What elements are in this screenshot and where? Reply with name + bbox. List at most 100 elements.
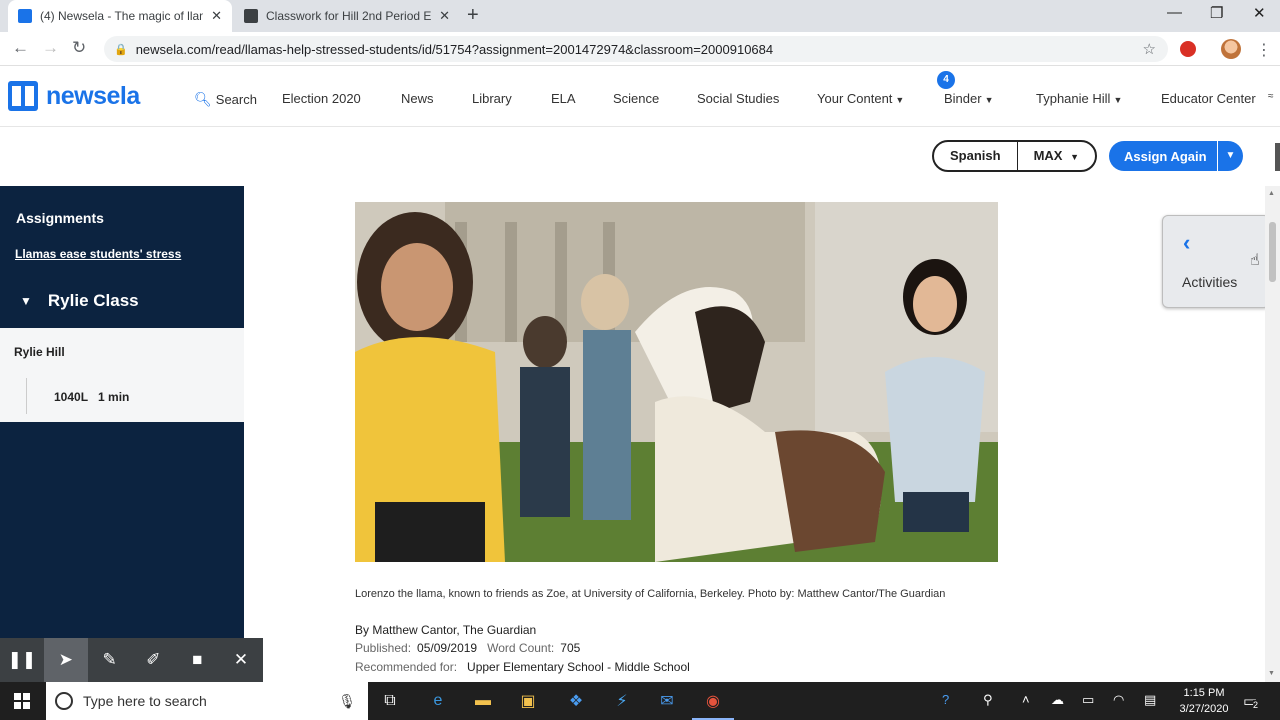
- clock-time: 1:15 PM: [1183, 687, 1225, 699]
- assignments-sidebar: Assignments Llamas ease students' stress…: [0, 186, 244, 682]
- class-toggle[interactable]: ▼ Rylie Class: [20, 291, 139, 311]
- taskbar-clock[interactable]: 1:15 PM 3/27/2020: [1172, 685, 1236, 717]
- chevron-left-icon: ‹: [1183, 230, 1191, 255]
- level-select[interactable]: MAX ▼: [1016, 142, 1095, 170]
- assign-again-label: Assign Again: [1124, 148, 1207, 164]
- recommended-value: Upper Elementary School - Middle School: [467, 660, 690, 674]
- close-icon[interactable]: ✕: [439, 8, 450, 24]
- camera-icon[interactable]: ■: [175, 638, 219, 682]
- nav-your-content[interactable]: Your Content ▼: [817, 91, 904, 106]
- level-label: MAX: [1033, 148, 1063, 163]
- new-tab-icon[interactable]: +: [467, 4, 479, 27]
- browser-menu-icon[interactable]: ⋮: [1256, 40, 1272, 60]
- minimize-icon[interactable]: —: [1167, 4, 1182, 21]
- battery-icon[interactable]: ▭: [1082, 692, 1094, 708]
- nav-science[interactable]: Science: [613, 91, 659, 106]
- activities-label: Activities: [1182, 274, 1238, 290]
- published-row: Published: 05/09/2019 Word Count: 705: [355, 641, 590, 655]
- onedrive-icon[interactable]: ☁: [1051, 692, 1064, 708]
- scroll-down-icon[interactable]: ▼: [1268, 670, 1275, 677]
- tab-title: Classwork for Hill 2nd Period ELA: [266, 9, 432, 23]
- taskbar-search-field[interactable]: Type here to search 🎙︎: [46, 682, 368, 720]
- mail-icon[interactable]: ✉: [656, 690, 678, 712]
- recommended-row: Recommended for: Upper Elementary School …: [355, 660, 700, 674]
- spanish-button[interactable]: Spanish: [934, 142, 1017, 170]
- nav-search[interactable]: 🔍︎ Search: [194, 91, 257, 108]
- tab-classwork[interactable]: Classwork for Hill 2nd Period ELA ✕: [234, 0, 460, 32]
- newsela-logo[interactable]: newsela: [8, 81, 140, 111]
- nav-binder[interactable]: Binder ▼: [944, 91, 994, 106]
- reload-icon[interactable]: ↻: [72, 38, 86, 58]
- window-close-icon[interactable]: ✕: [1253, 4, 1266, 22]
- nav-overflow-icon[interactable]: ≈: [1268, 91, 1274, 102]
- back-arrow-icon[interactable]: ←: [12, 38, 29, 58]
- published-label: Published:: [355, 641, 412, 655]
- side-panel-icon[interactable]: [1275, 143, 1280, 171]
- tab-newsela[interactable]: (4) Newsela - The magic of llama ✕: [8, 0, 232, 32]
- nav-news[interactable]: News: [401, 91, 434, 106]
- wifi-icon[interactable]: ◠: [1113, 692, 1124, 708]
- lock-icon: 🔒: [114, 43, 128, 56]
- profile-avatar[interactable]: [1221, 39, 1241, 59]
- edge-browser-icon[interactable]: e: [427, 690, 449, 712]
- word-count-value: 705: [560, 641, 581, 655]
- nav-user-menu[interactable]: Typhanie Hill ▼: [1036, 91, 1122, 106]
- notifications-icon[interactable]: ▭ 2: [1243, 692, 1259, 710]
- scrollbar-thumb[interactable]: [1269, 222, 1276, 282]
- article-byline: By Matthew Cantor, The Guardian: [355, 623, 537, 637]
- help-icon[interactable]: ?: [942, 692, 949, 707]
- pen-icon[interactable]: ✎: [88, 638, 132, 682]
- assign-options-caret-icon[interactable]: ▼: [1217, 141, 1243, 171]
- people-icon[interactable]: ⚲: [983, 692, 993, 708]
- photo-caption: Lorenzo the llama, known to friends as Z…: [355, 588, 946, 600]
- windows-start-icon[interactable]: [14, 693, 30, 709]
- file-explorer-icon[interactable]: ▬: [472, 690, 494, 712]
- pointer-icon[interactable]: ➤: [43, 638, 88, 682]
- newsela-logo-icon: [8, 81, 38, 111]
- nav-educator-center[interactable]: Educator Center: [1161, 91, 1256, 106]
- language-level-toggle: Spanish MAX ▼: [932, 140, 1098, 172]
- browser-tab-bar: (4) Newsela - The magic of llama ✕ Class…: [0, 0, 1280, 32]
- page-scrollbar[interactable]: ▲ ▼: [1265, 186, 1280, 682]
- nav-binder-label: Binder: [944, 91, 982, 106]
- chrome-icon[interactable]: ◉: [702, 690, 724, 712]
- scroll-up-icon[interactable]: ▲: [1268, 190, 1275, 197]
- student-meta: 1040L 1 min: [54, 390, 129, 404]
- notification-count: 2: [1253, 700, 1259, 710]
- tray-chevron-up-icon[interactable]: ˄: [1022, 692, 1030, 707]
- forward-arrow-icon[interactable]: →: [42, 38, 59, 58]
- nav-election-2020[interactable]: Election 2020: [282, 91, 361, 106]
- article-toolbar: Spanish MAX ▼ Assign Again ▼: [0, 127, 1280, 186]
- recommended-label: Recommended for:: [355, 660, 458, 674]
- nav-user-label: Typhanie Hill: [1036, 91, 1111, 106]
- assignment-link[interactable]: Llamas ease students' stress: [15, 247, 181, 261]
- chevron-down-icon: ▼: [20, 294, 32, 308]
- display-icon[interactable]: ▤: [1144, 692, 1156, 708]
- restore-icon[interactable]: ❐: [1210, 4, 1223, 22]
- student-lexile: 1040L: [54, 390, 89, 404]
- app-icon[interactable]: ⚡: [611, 690, 633, 712]
- url-field[interactable]: 🔒 newsela.com/read/llamas-help-stressed-…: [104, 36, 1168, 62]
- caret-down-icon: ▼: [984, 95, 994, 105]
- pause-icon[interactable]: ❚❚: [0, 638, 44, 682]
- caret-down-icon: ▼: [1070, 152, 1080, 162]
- tab-title: (4) Newsela - The magic of llama: [40, 9, 204, 23]
- dropbox-icon[interactable]: ❖: [565, 690, 587, 712]
- nav-search-label: Search: [215, 92, 257, 107]
- close-icon[interactable]: ✕: [211, 8, 222, 24]
- close-icon[interactable]: ✕: [219, 638, 263, 682]
- highlighter-icon[interactable]: ✐: [131, 638, 175, 682]
- hand-cursor-icon: ☝: [1250, 252, 1260, 269]
- clock-date: 3/27/2020: [1179, 703, 1229, 715]
- nav-ela[interactable]: ELA: [551, 91, 576, 106]
- nav-library[interactable]: Library: [472, 91, 512, 106]
- task-view-icon[interactable]: ⧉: [379, 690, 401, 712]
- student-row[interactable]: Rylie Hill 1040L 1 min: [0, 328, 244, 422]
- store-icon[interactable]: ▣: [517, 690, 539, 712]
- bookmark-star-icon[interactable]: ☆: [1143, 40, 1156, 58]
- assign-again-button[interactable]: Assign Again ▼: [1109, 141, 1243, 171]
- windows-taskbar: Type here to search 🎙︎ ⧉ e ▬ ▣ ❖ ⚡ ✉ ◉ ?…: [0, 682, 1280, 720]
- nav-social-studies[interactable]: Social Studies: [697, 91, 779, 106]
- microphone-icon[interactable]: 🎙︎: [338, 693, 356, 710]
- extension-icon[interactable]: [1180, 41, 1196, 57]
